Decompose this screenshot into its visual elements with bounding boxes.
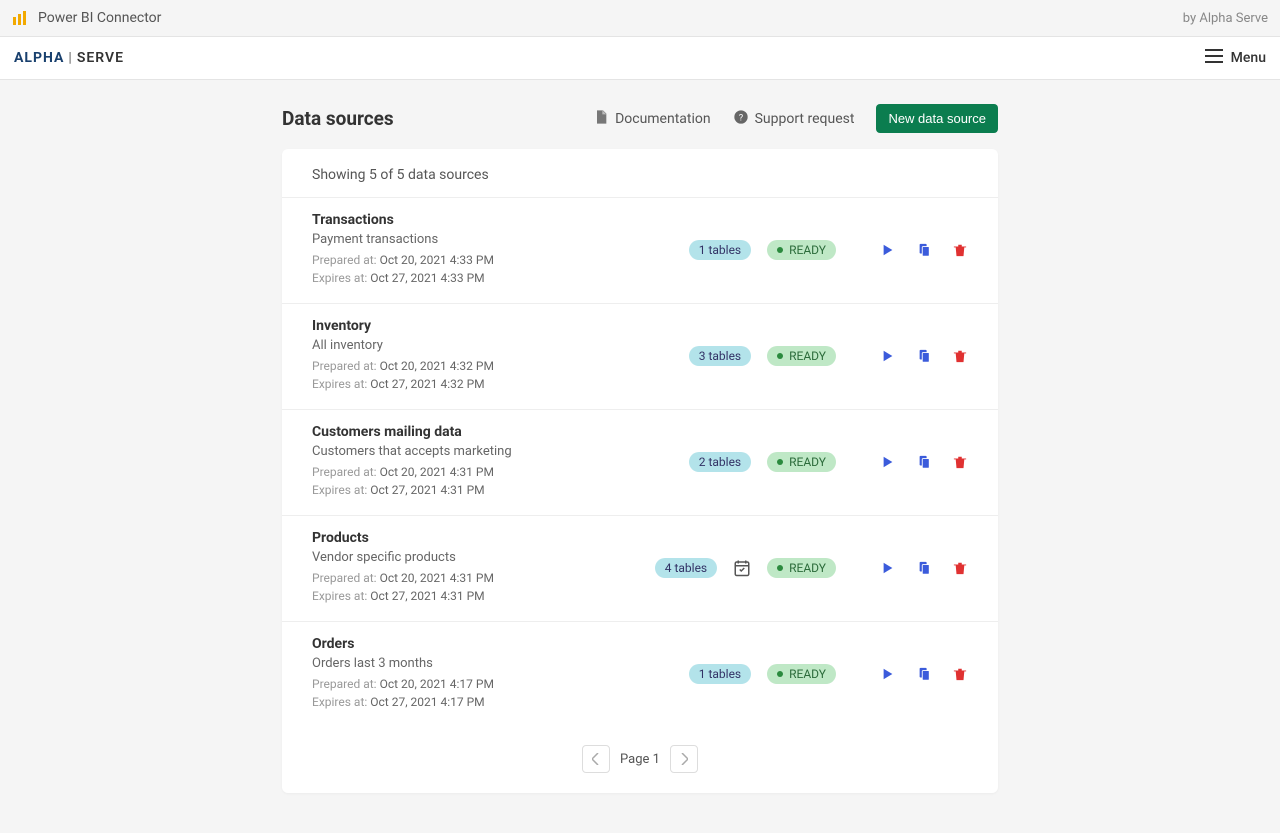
list-summary: Showing 5 of 5 data sources	[282, 149, 998, 197]
data-source-name: Orders	[312, 636, 689, 652]
support-label: Support request	[755, 111, 855, 127]
data-source-row: Inventory All inventory Prepared at: Oct 2…	[282, 303, 998, 409]
data-sources-card: Showing 5 of 5 data sources Transactions…	[282, 149, 998, 793]
prepared-value: Oct 20, 2021 4:17 PM	[380, 677, 494, 691]
brand-alpha: ALPHA	[14, 50, 64, 66]
byline: by Alpha Serve	[1183, 11, 1268, 26]
prepared-value: Oct 20, 2021 4:31 PM	[380, 465, 494, 479]
prepared-value: Oct 20, 2021 4:32 PM	[380, 359, 494, 373]
copy-icon[interactable]	[916, 348, 932, 364]
run-icon[interactable]	[880, 666, 896, 682]
data-source-name: Products	[312, 530, 655, 546]
prepared-label: Prepared at:	[312, 359, 377, 373]
tables-badge: 3 tables	[689, 346, 751, 366]
status-badge: READY	[767, 240, 836, 260]
status-dot-icon	[777, 459, 783, 465]
svg-text:?: ?	[738, 112, 743, 123]
status-badge: READY	[767, 346, 836, 366]
expires-value: Oct 27, 2021 4:31 PM	[370, 589, 484, 603]
status-dot-icon	[777, 565, 783, 571]
status-dot-icon	[777, 353, 783, 359]
delete-icon[interactable]	[952, 666, 968, 682]
data-source-description: All inventory	[312, 338, 689, 353]
delete-icon[interactable]	[952, 348, 968, 364]
document-icon	[593, 109, 609, 129]
schedule-icon[interactable]	[733, 559, 751, 577]
expires-value: Oct 27, 2021 4:32 PM	[370, 377, 484, 391]
data-source-description: Orders last 3 months	[312, 656, 689, 671]
help-icon: ?	[733, 109, 749, 129]
data-source-row: Customers mailing data Customers that acc…	[282, 409, 998, 515]
delete-icon[interactable]	[952, 242, 968, 258]
expires-value: Oct 27, 2021 4:33 PM	[370, 271, 484, 285]
run-icon[interactable]	[880, 348, 896, 364]
data-source-row: Transactions Payment transactions Prepared…	[282, 197, 998, 303]
prepared-value: Oct 20, 2021 4:31 PM	[380, 571, 494, 585]
prepared-label: Prepared at:	[312, 465, 377, 479]
data-source-name: Inventory	[312, 318, 689, 334]
copy-icon[interactable]	[916, 454, 932, 470]
status-text: READY	[789, 667, 826, 681]
run-icon[interactable]	[880, 242, 896, 258]
documentation-label: Documentation	[615, 111, 711, 127]
brand-divider: |	[68, 50, 72, 66]
page-title: Data sources	[282, 107, 394, 130]
expires-label: Expires at:	[312, 271, 367, 285]
status-text: READY	[789, 455, 826, 469]
pagination: Page 1	[282, 727, 998, 793]
delete-icon[interactable]	[952, 560, 968, 576]
expires-value: Oct 27, 2021 4:17 PM	[370, 695, 484, 709]
status-badge: READY	[767, 664, 836, 684]
status-text: READY	[789, 349, 826, 363]
brand-serve: SERVE	[77, 50, 124, 66]
status-dot-icon	[777, 247, 783, 253]
status-text: READY	[789, 243, 826, 257]
page-indicator: Page 1	[620, 752, 660, 767]
data-source-description: Customers that accepts marketing	[312, 444, 689, 459]
copy-icon[interactable]	[916, 242, 932, 258]
prev-page-button[interactable]	[582, 745, 610, 773]
prepared-label: Prepared at:	[312, 571, 377, 585]
prepared-label: Prepared at:	[312, 253, 377, 267]
support-link[interactable]: ? Support request	[733, 109, 855, 129]
run-icon[interactable]	[880, 560, 896, 576]
run-icon[interactable]	[880, 454, 896, 470]
data-source-row: Products Vendor specific products Prepared…	[282, 515, 998, 621]
tables-badge: 2 tables	[689, 452, 751, 472]
data-source-name: Customers mailing data	[312, 424, 689, 440]
prepared-value: Oct 20, 2021 4:33 PM	[380, 253, 494, 267]
new-data-source-button[interactable]: New data source	[876, 104, 998, 133]
status-dot-icon	[777, 671, 783, 677]
tables-badge: 1 tables	[689, 240, 751, 260]
app-icon	[12, 10, 28, 26]
app-title: Power BI Connector	[38, 10, 161, 26]
next-page-button[interactable]	[670, 745, 698, 773]
tables-badge: 1 tables	[689, 664, 751, 684]
status-badge: READY	[767, 558, 836, 578]
delete-icon[interactable]	[952, 454, 968, 470]
data-source-name: Transactions	[312, 212, 689, 228]
brand-logo[interactable]: ALPHA | SERVE	[14, 50, 124, 66]
data-source-description: Payment transactions	[312, 232, 689, 247]
expires-label: Expires at:	[312, 589, 367, 603]
tables-badge: 4 tables	[655, 558, 717, 578]
expires-label: Expires at:	[312, 695, 367, 709]
data-source-description: Vendor specific products	[312, 550, 655, 565]
prepared-label: Prepared at:	[312, 677, 377, 691]
data-source-row: Orders Orders last 3 months Prepared at: O…	[282, 621, 998, 727]
expires-label: Expires at:	[312, 483, 367, 497]
menu-button[interactable]: Menu	[1205, 49, 1266, 67]
copy-icon[interactable]	[916, 560, 932, 576]
status-text: READY	[789, 561, 826, 575]
expires-value: Oct 27, 2021 4:31 PM	[370, 483, 484, 497]
expires-label: Expires at:	[312, 377, 367, 391]
status-badge: READY	[767, 452, 836, 472]
menu-label: Menu	[1231, 50, 1266, 66]
copy-icon[interactable]	[916, 666, 932, 682]
documentation-link[interactable]: Documentation	[593, 109, 711, 129]
hamburger-icon	[1205, 49, 1223, 67]
title-bar: Power BI Connector by Alpha Serve	[0, 0, 1280, 37]
navbar: ALPHA | SERVE Menu	[0, 37, 1280, 80]
